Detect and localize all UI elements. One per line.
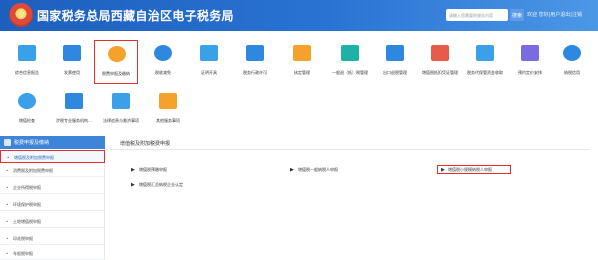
toolbar-label: 核定管理: [294, 70, 310, 75]
user-info[interactable]: 欢迎 您好|用户退出|注销: [527, 11, 582, 18]
toolbar-item-pricing[interactable]: 预约定价安排: [508, 40, 552, 84]
option-vat-small-scale[interactable]: ▶ 增值税小规模纳税人申报: [437, 165, 511, 174]
header-bar: 国家税务总局西藏自治区电子税务局 搜索 欢迎 您好|用户退出|注销: [0, 0, 598, 31]
toolbar-item-other[interactable]: 其他服务事项: [146, 88, 190, 132]
toolbar-item-license[interactable]: 税务行政许可: [233, 40, 277, 84]
invoice-icon: [63, 45, 81, 61]
option-label: 增值税一般纳税人申报: [298, 167, 338, 172]
sidebar-item-label: 车船税申报: [13, 251, 33, 256]
toolbar-item-export-refund[interactable]: 出口退税管理: [373, 40, 417, 84]
sidebar-item-label: 土地增值税申报: [13, 219, 41, 224]
sidebar-item-vehicle-tax[interactable]: • 车船税申报: [0, 247, 105, 260]
toolbar-label: 税收减免: [155, 70, 171, 75]
refund-icon: [341, 45, 359, 61]
toolbar-label: 增值检查: [19, 118, 35, 123]
arrow-right-icon: ▶: [290, 167, 294, 173]
sidebar-item-label: 环境保护税申报: [13, 202, 41, 207]
approval-icon: [293, 45, 311, 61]
toolbar-label: 证明开具: [201, 70, 217, 75]
legal-book-icon: [112, 93, 130, 109]
toolbar-item-deduction[interactable]: 增值税抵扣凭证管理: [418, 40, 462, 84]
toolbar-item-custody-fund[interactable]: 税务代保管资金收取: [463, 40, 507, 84]
license-icon: [246, 45, 264, 61]
menu-icon: [4, 139, 11, 146]
toolbar-label: 法律追责与救济事项: [103, 118, 139, 123]
pricing-arrangement-icon: [521, 45, 539, 61]
sidebar-item-label: 增值税及附加税费申报: [14, 155, 54, 160]
export-refund-icon: [386, 45, 404, 61]
toolbar-item-approval[interactable]: 核定管理: [280, 40, 324, 84]
tax-portal-page: 国家税务总局西藏自治区电子税务局 搜索 欢迎 您好|用户退出|注销 综合信息报告…: [0, 0, 598, 260]
sidebar-item-label: 消费税及附加税费申报: [13, 168, 53, 173]
option-label: 增值税汇总纳税企业认定: [139, 182, 183, 187]
bullet-icon: •: [6, 219, 9, 224]
arrow-right-icon: ▶: [441, 167, 445, 173]
toolbar-label: 涉税专业服务机构…: [56, 118, 92, 123]
tax-relief-icon: [154, 45, 172, 61]
bullet-icon: •: [6, 236, 9, 241]
sidebar-item-corporate-income-tax[interactable]: • 企业所得税申报: [0, 181, 105, 194]
search-button[interactable]: 搜索: [510, 9, 524, 21]
bullet-icon: •: [6, 251, 9, 256]
certificate-folder-icon: [200, 45, 218, 61]
search-input[interactable]: [446, 9, 508, 21]
service-agency-icon: [65, 93, 83, 109]
toolbar-label: 税费申报及缴纳: [102, 71, 130, 76]
option-label: 增值税预缴申报: [139, 167, 167, 172]
sidebar-item-label: 企业所得税申报: [13, 185, 41, 190]
toolbar-item-service-agency[interactable]: 涉税专业服务机构…: [52, 88, 96, 132]
toolbar-item-inspection[interactable]: 增值检查: [5, 88, 49, 132]
sidebar-item-environment-tax[interactable]: • 环境保护税申报: [0, 198, 105, 211]
toolbar-label: 税务行政许可: [243, 70, 267, 75]
sidebar-header-label: 税费申报及缴纳: [14, 140, 50, 146]
shield-check-icon: [18, 93, 36, 109]
toolbar-item-credit[interactable]: 纳税信用: [550, 40, 594, 84]
left-sidebar: 税费申报及缴纳 • 增值税及附加税费申报 • 消费税及附加税费申报 • 企业所得…: [0, 136, 105, 260]
toolbar-item-refund[interactable]: 一般退（抵）税管理: [328, 40, 372, 84]
credit-icon: [563, 45, 581, 61]
sidebar-item-land-vat[interactable]: • 土地增值税申报: [0, 215, 105, 228]
toolbar-item-legal[interactable]: 法律追责与救济事项: [99, 88, 143, 132]
sidebar-item-stamp-tax[interactable]: • 印花税申报: [0, 232, 105, 245]
option-label: 增值税小规模纳税人申报: [448, 167, 492, 172]
sidebar-header: 税费申报及缴纳: [0, 136, 105, 149]
handshake-icon: [159, 93, 177, 109]
toolbar-item-tax-payment[interactable]: 税费申报及缴纳: [94, 40, 138, 84]
toolbar-label: 纳税信用: [564, 70, 580, 75]
title-divider: [110, 149, 590, 150]
toolbar-label: 其他服务事项: [156, 118, 180, 123]
tax-emblem-icon: [9, 3, 33, 27]
toolbar-item-info-report[interactable]: 综合信息报告: [5, 40, 49, 84]
toolbar-item-invoice[interactable]: 发票使用: [50, 40, 94, 84]
bullet-icon: •: [6, 202, 9, 207]
toolbar-item-tax-relief[interactable]: 税收减免: [141, 40, 185, 84]
bullet-icon: •: [7, 155, 10, 160]
bullet-icon: •: [6, 168, 9, 173]
sidebar-item-label: 印花税申报: [13, 236, 33, 241]
main-content: 增值税及附加税费申报 ▶ 增值税预缴申报 ▶ 增值税一般纳税人申报 ▶ 增值税小…: [110, 136, 598, 260]
site-title: 国家税务总局西藏自治区电子税务局: [37, 9, 234, 23]
document-icon: [18, 45, 36, 61]
arrow-right-icon: ▶: [131, 167, 135, 173]
sidebar-item-vat[interactable]: • 增值税及附加税费申报: [0, 150, 105, 163]
toolbar-item-certificate[interactable]: 证明开具: [187, 40, 231, 84]
tax-payment-icon: [108, 46, 126, 62]
deduction-voucher-icon: [431, 45, 449, 61]
bullet-icon: •: [6, 185, 9, 190]
custody-fund-icon: [476, 45, 494, 61]
arrow-right-icon: ▶: [131, 182, 135, 188]
page-title: 增值税及附加税费申报: [120, 141, 171, 147]
sidebar-item-consumption-tax[interactable]: • 消费税及附加税费申报: [0, 164, 105, 177]
